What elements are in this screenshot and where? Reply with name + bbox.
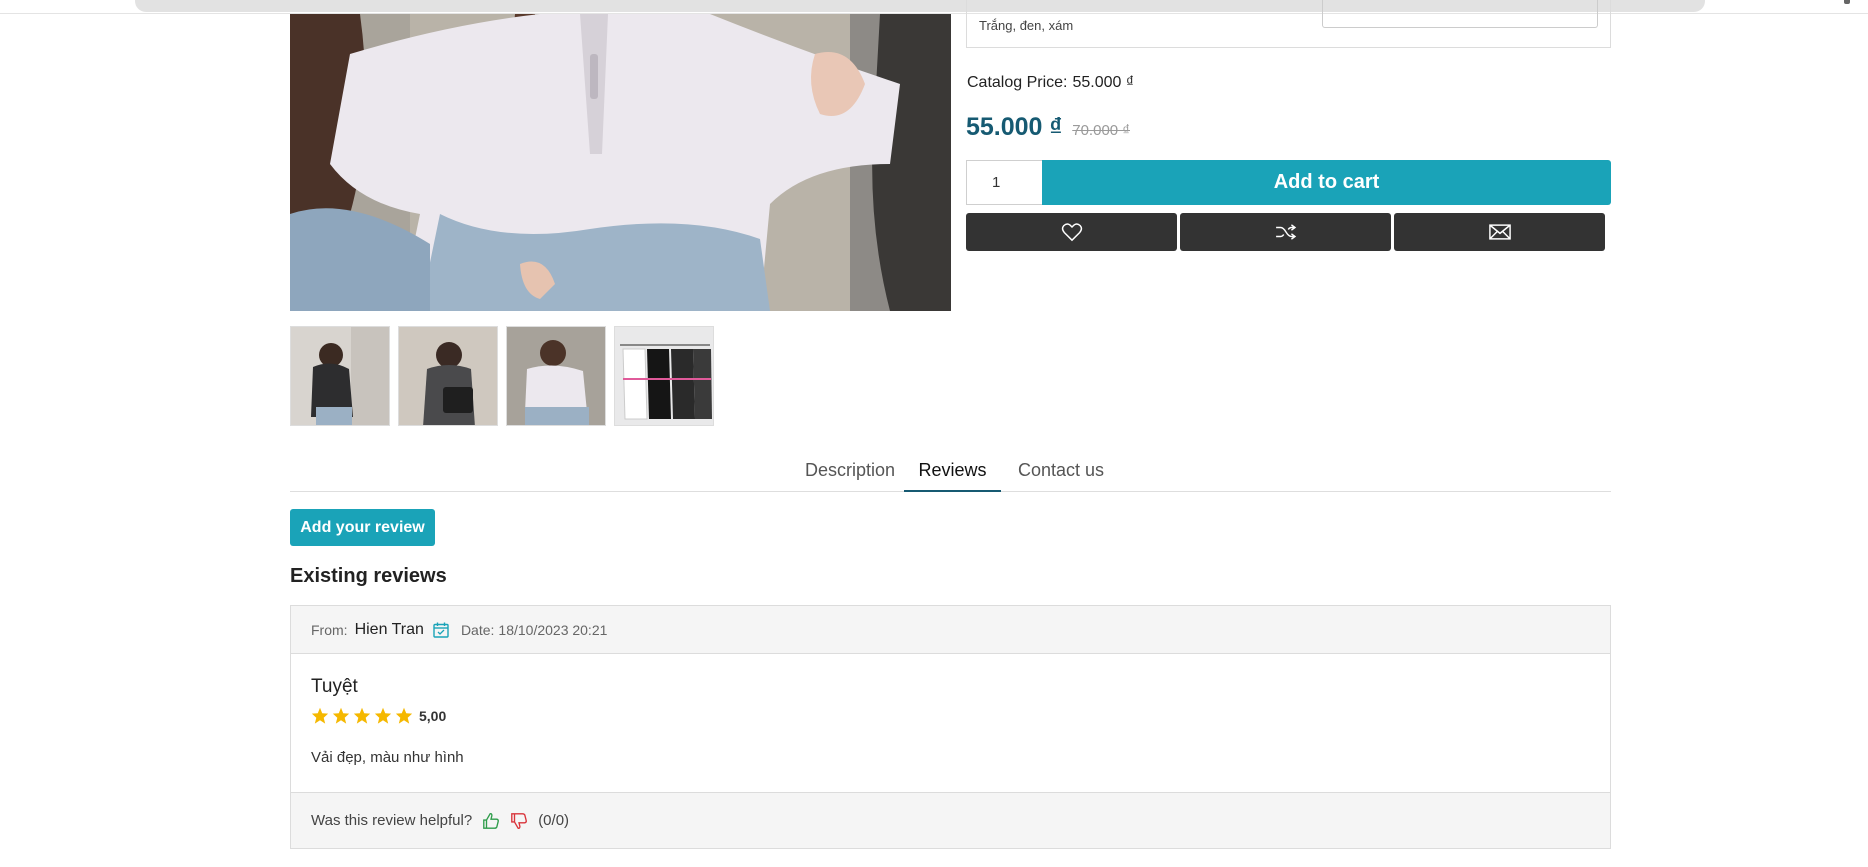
thumbnail-4[interactable] bbox=[614, 326, 714, 426]
from-label: From: bbox=[311, 621, 348, 638]
thumbnail-3[interactable] bbox=[506, 326, 606, 426]
old-price: 70.000 ₫ bbox=[1072, 122, 1130, 139]
review-card: From: Hien Tran Date: 18/10/2023 20:21 T… bbox=[290, 605, 1611, 849]
thumbnail-strip bbox=[290, 326, 714, 426]
quantity-input[interactable] bbox=[966, 160, 1042, 205]
wishlist-button[interactable] bbox=[966, 213, 1177, 251]
envelope-icon bbox=[1488, 224, 1511, 240]
star-icon bbox=[374, 707, 392, 724]
add-to-cart-button[interactable]: Add to cart bbox=[1042, 160, 1611, 205]
price-row: 55.000 ₫ 70.000 ₫ bbox=[966, 113, 1130, 142]
existing-reviews-title: Existing reviews bbox=[290, 565, 447, 587]
helpful-label: Was this review helpful? bbox=[311, 812, 473, 829]
attribute-values: Trắng, đen, xám bbox=[979, 18, 1074, 33]
rating-value: 5,00 bbox=[419, 707, 447, 724]
thumbs-up-button[interactable] bbox=[482, 812, 500, 830]
heart-icon bbox=[1061, 223, 1082, 242]
email-friend-button[interactable] bbox=[1394, 213, 1605, 251]
attribute-select[interactable] bbox=[1322, 0, 1598, 28]
review-text: Vải đẹp, màu như hình bbox=[311, 749, 464, 766]
star-icon bbox=[395, 707, 413, 724]
thumbs-down-button[interactable] bbox=[510, 812, 528, 830]
product-tabs: Description Reviews Contact us bbox=[290, 455, 1611, 492]
date-label: Date: bbox=[460, 621, 495, 638]
product-actions bbox=[966, 213, 1605, 251]
tab-contact-us[interactable]: Contact us bbox=[1006, 455, 1116, 492]
add-review-button[interactable]: Add your review bbox=[290, 509, 435, 546]
shuffle-icon bbox=[1275, 224, 1296, 240]
star-icon bbox=[311, 707, 329, 724]
tab-reviews[interactable]: Reviews bbox=[904, 455, 1001, 492]
thumbnail-2[interactable] bbox=[398, 326, 498, 426]
attribute-box: Trắng, đen, xám bbox=[966, 0, 1611, 48]
helpful-counts: (0/0) bbox=[538, 812, 570, 829]
thumbs-up-icon bbox=[483, 812, 500, 829]
review-author[interactable]: Hien Tran bbox=[355, 621, 424, 639]
star-icon bbox=[353, 707, 371, 724]
review-helpfulness: Was this review helpful? (0/0) bbox=[291, 792, 1610, 848]
thumbnail-1[interactable] bbox=[290, 326, 390, 426]
review-header: From: Hien Tran Date: 18/10/2023 20:21 bbox=[291, 606, 1610, 654]
browser-menu-icon[interactable] bbox=[1844, 0, 1850, 4]
current-price: 55.000 ₫ bbox=[966, 113, 1063, 141]
review-title: Tuyệt bbox=[311, 676, 358, 697]
catalog-price-label: Catalog Price: bbox=[967, 74, 1068, 91]
compare-button[interactable] bbox=[1180, 213, 1391, 251]
catalog-price: Catalog Price: 55.000 ₫ bbox=[967, 74, 1134, 92]
cart-row: Add to cart bbox=[966, 160, 1611, 205]
thumbs-down-icon bbox=[511, 812, 528, 829]
catalog-price-value: 55.000 ₫ bbox=[1072, 74, 1135, 91]
review-body: Tuyệt 5,00 Vải đẹp, màu như hình bbox=[291, 654, 1610, 792]
product-main-image[interactable] bbox=[290, 14, 951, 311]
review-rating: 5,00 bbox=[311, 707, 1590, 724]
review-date: 18/10/2023 20:21 bbox=[498, 621, 608, 638]
calendar-icon bbox=[433, 622, 449, 638]
star-icon bbox=[332, 707, 350, 724]
tab-description[interactable]: Description bbox=[788, 455, 912, 492]
